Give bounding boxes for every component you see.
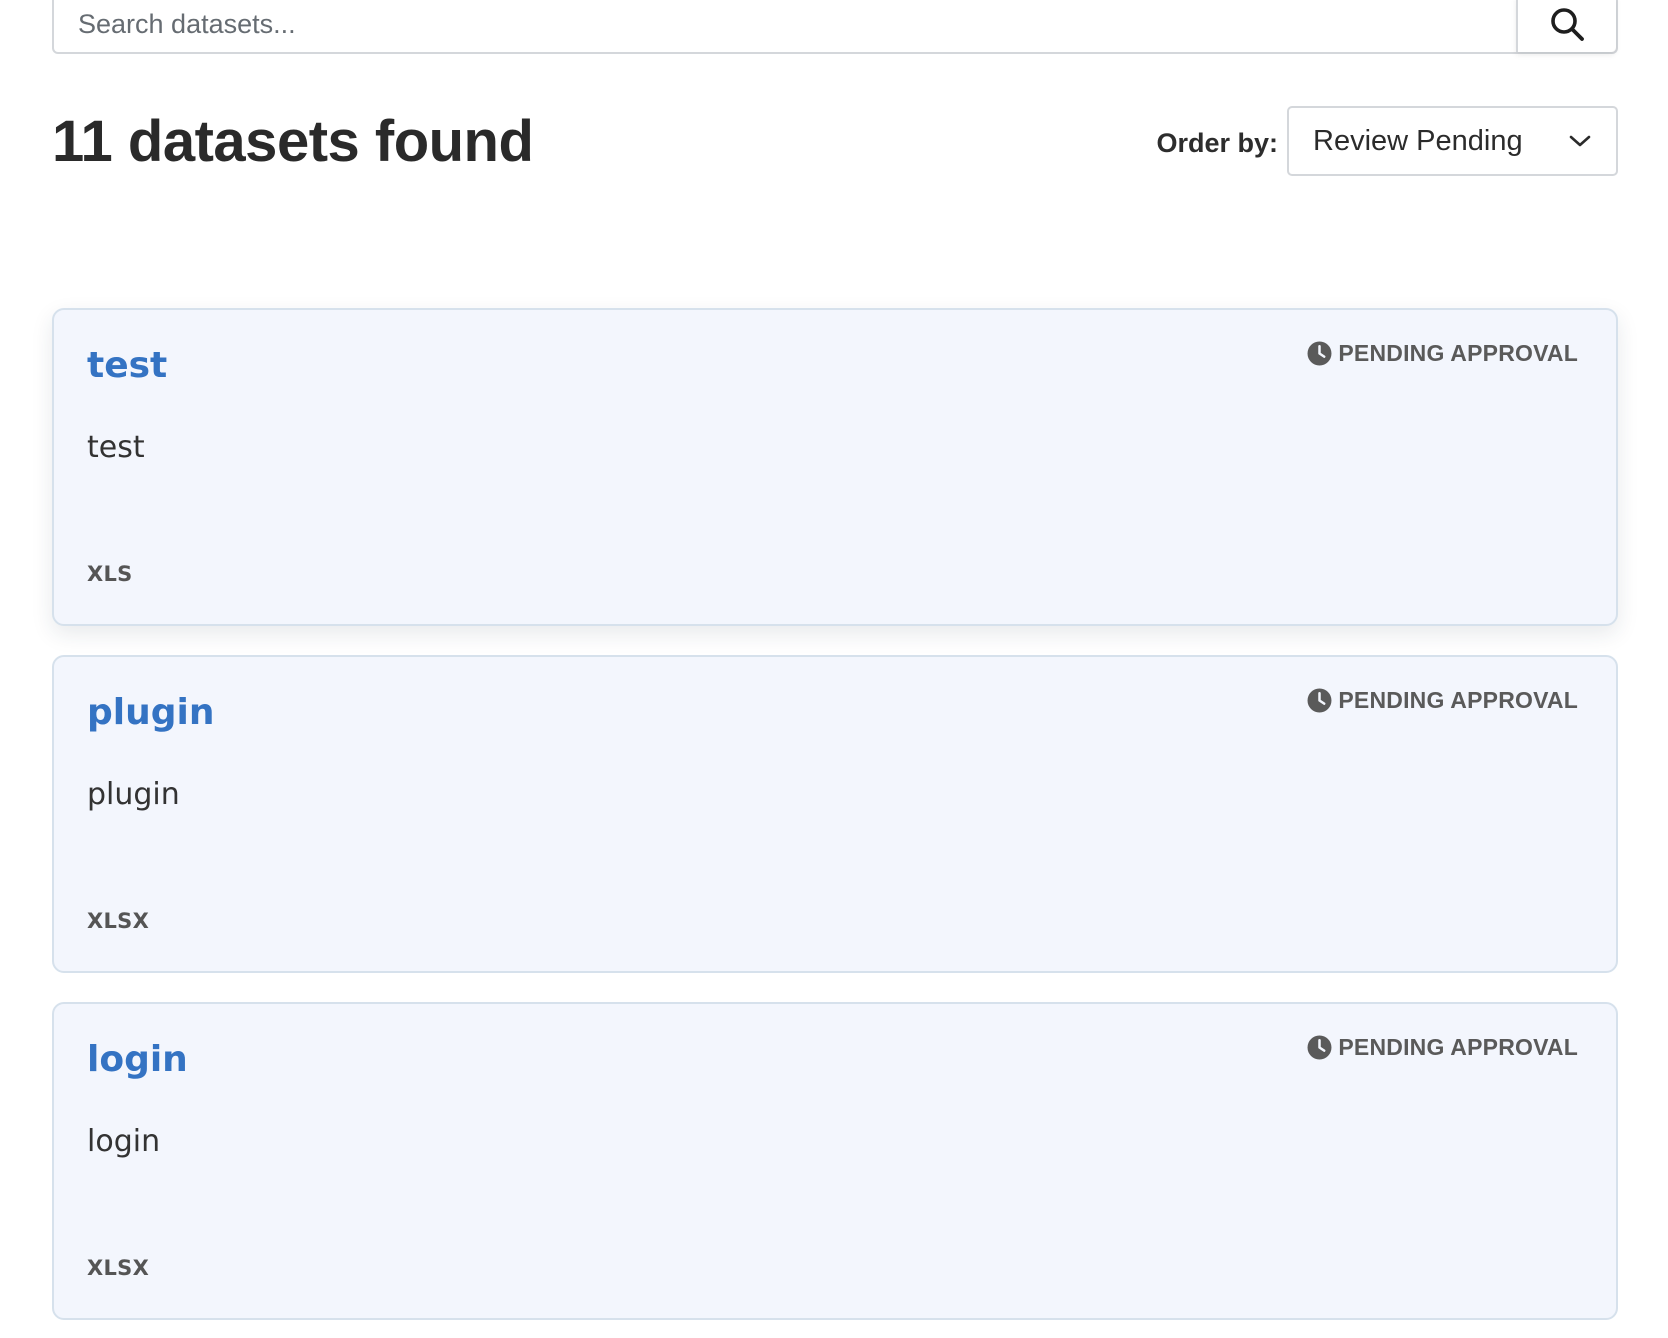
order-by-selected-value: Review Pending [1313, 124, 1523, 157]
chevron-down-icon [1569, 135, 1591, 147]
dataset-card[interactable]: login PENDING APPROVAL login XLSX [52, 1002, 1618, 1320]
dataset-title-link[interactable]: login [87, 1036, 188, 1084]
dataset-title-link[interactable]: test [87, 342, 167, 390]
clock-icon [1307, 1035, 1332, 1060]
search-icon [1551, 8, 1584, 41]
status-text: PENDING APPROVAL [1338, 687, 1578, 713]
order-by-label: Order by: [1156, 128, 1278, 158]
results-count-title: 11 datasets found [52, 109, 534, 174]
search-button[interactable] [1516, 0, 1616, 52]
search-input[interactable] [54, 0, 1516, 52]
dataset-format-tag: XLSX [87, 909, 150, 933]
dataset-card[interactable]: plugin PENDING APPROVAL plugin XLSX [52, 655, 1618, 973]
clock-icon [1307, 688, 1332, 713]
dataset-description: plugin [87, 777, 180, 812]
results-header: 11 datasets found Order by: Review Pendi… [52, 106, 1618, 182]
search-bar [52, 0, 1618, 54]
dataset-title-link[interactable]: plugin [87, 689, 214, 737]
dataset-description: test [87, 430, 145, 465]
dataset-format-tag: XLS [87, 562, 133, 586]
order-by-select[interactable]: Review Pending [1287, 106, 1618, 176]
dataset-description: login [87, 1124, 161, 1159]
status-badge: PENDING APPROVAL [1307, 340, 1578, 367]
status-badge: PENDING APPROVAL [1307, 687, 1578, 714]
dataset-search-page: 11 datasets found Order by: Review Pendi… [52, 0, 1618, 1320]
status-text: PENDING APPROVAL [1338, 340, 1578, 366]
status-badge: PENDING APPROVAL [1307, 1034, 1578, 1061]
clock-icon [1307, 341, 1332, 366]
dataset-format-tag: XLSX [87, 1256, 150, 1280]
status-text: PENDING APPROVAL [1338, 1034, 1578, 1060]
dataset-card[interactable]: test PENDING APPROVAL test XLS [52, 308, 1618, 626]
